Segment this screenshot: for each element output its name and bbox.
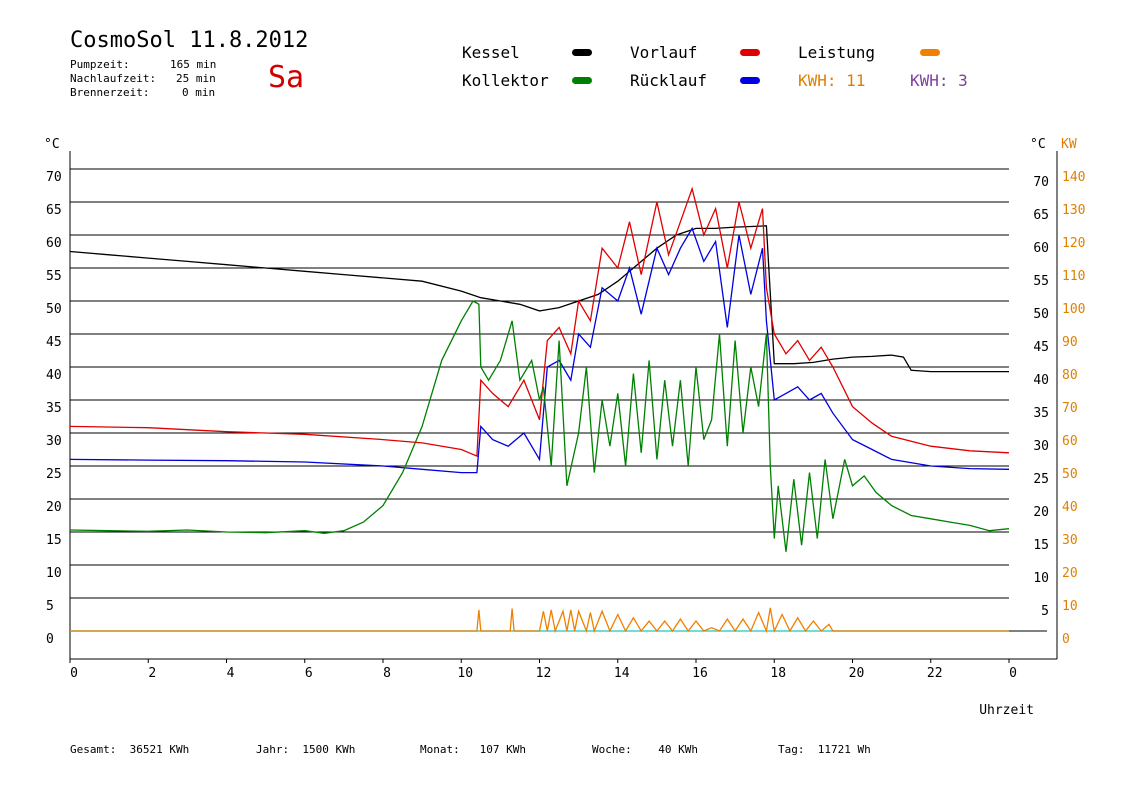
y-tick-label-left: 50: [46, 302, 62, 317]
y-tick-label-left: 35: [46, 401, 62, 416]
y-tick-label-kw: 110: [1062, 269, 1085, 284]
y-tick-label-right: 40: [1033, 373, 1049, 388]
footer-jahr: Jahr: 1500 KWh: [256, 743, 355, 756]
x-tick-label: 14: [614, 666, 630, 681]
footer-label: Monat:: [420, 743, 460, 756]
y-tick-label-left: 30: [46, 434, 62, 449]
y-tick-label-right: 50: [1033, 307, 1049, 322]
y-tick-label-right: 15: [1033, 538, 1049, 553]
y-tick-label-right: 25: [1033, 472, 1049, 487]
y-tick-label-left: 15: [46, 533, 62, 548]
x-tick-label: 16: [692, 666, 708, 681]
footer-label: Jahr:: [256, 743, 290, 756]
y-tick-label-right: 65: [1033, 208, 1049, 223]
x-tick-label: 0: [1009, 666, 1017, 681]
y-tick-label-left: 70: [46, 170, 62, 185]
y-tick-label-kw: 50: [1062, 467, 1078, 482]
chart-area: 0510152025303540455055606570°C5101520253…: [44, 137, 1085, 718]
footer-value: 36521 KWh: [129, 743, 190, 756]
y-tick-label-kw: 20: [1062, 566, 1078, 581]
footer-woche: Woche: 40 KWh: [592, 743, 698, 756]
y-axis-unit-kw: KW: [1061, 137, 1077, 152]
footer-value: 40 KWh: [658, 743, 698, 756]
series-line-kollektor: [69, 300, 1010, 552]
x-tick-label: 8: [383, 666, 391, 681]
y-tick-label-right: 70: [1033, 175, 1049, 190]
y-tick-label-left: 40: [46, 368, 62, 383]
y-tick-label-kw: 10: [1062, 599, 1078, 614]
y-tick-label-kw: 60: [1062, 434, 1078, 449]
x-tick-label: 6: [305, 666, 313, 681]
x-tick-label: 0: [70, 666, 78, 681]
series-line-leistung: [70, 607, 1009, 634]
y-tick-label-left: 45: [46, 335, 62, 350]
x-tick-label: 22: [927, 666, 943, 681]
x-tick-label: 20: [849, 666, 865, 681]
x-tick-label: 18: [770, 666, 786, 681]
y-tick-label-right: 5: [1041, 604, 1049, 619]
series-line-rcklauf: [69, 226, 1010, 474]
y-tick-label-right: 10: [1033, 571, 1049, 586]
y-tick-label-kw: 130: [1062, 203, 1085, 218]
footer-label: Gesamt:: [70, 743, 117, 756]
y-tick-label-left: 25: [46, 467, 62, 482]
footer-gesamt: Gesamt: 36521 KWh: [70, 743, 189, 756]
y-tick-label-right: 45: [1033, 340, 1049, 355]
x-axis-label: Uhrzeit: [979, 703, 1034, 718]
footer-monat: Monat: 107 KWh: [420, 743, 526, 756]
y-tick-label-right: 20: [1033, 505, 1049, 520]
series-line-kessel: [69, 225, 1009, 373]
y-tick-label-kw: 70: [1062, 401, 1078, 416]
y-tick-label-left: 65: [46, 203, 62, 218]
x-tick-label: 12: [536, 666, 552, 681]
y-tick-label-left: 60: [46, 236, 62, 251]
y-tick-label-kw: 120: [1062, 236, 1085, 251]
y-tick-label-kw: 80: [1062, 368, 1078, 383]
y-tick-label-kw: 30: [1062, 533, 1078, 548]
x-tick-label: 4: [227, 666, 235, 681]
footer-label: Tag:: [778, 743, 805, 756]
y-tick-label-kw: 100: [1062, 302, 1085, 317]
series-line-vorlauf: [69, 186, 1010, 458]
y-axis-unit-right: °C: [1030, 137, 1046, 152]
y-axis-unit-left: °C: [44, 137, 60, 152]
y-tick-label-left: 20: [46, 500, 62, 515]
y-tick-label-kw: 90: [1062, 335, 1078, 350]
footer-tag: Tag: 11721 Wh: [778, 743, 871, 756]
y-tick-label-left: 55: [46, 269, 62, 284]
y-tick-label-left: 5: [46, 599, 54, 614]
y-tick-label-left: 10: [46, 566, 62, 581]
y-tick-label-kw: 40: [1062, 500, 1078, 515]
y-tick-label-kw: 140: [1062, 170, 1085, 185]
y-tick-label-right: 35: [1033, 406, 1049, 421]
footer-label: Woche:: [592, 743, 632, 756]
y-tick-label-kw: 0: [1062, 632, 1070, 647]
x-tick-label: 10: [457, 666, 473, 681]
x-tick-label: 2: [148, 666, 156, 681]
footer-value: 107 KWh: [479, 743, 526, 756]
y-tick-label-right: 60: [1033, 241, 1049, 256]
y-tick-label-right: 55: [1033, 274, 1049, 289]
footer-value: 11721 Wh: [817, 743, 871, 756]
y-tick-label-right: 30: [1033, 439, 1049, 454]
y-tick-label-left: 0: [46, 632, 54, 647]
footer-value: 1500 KWh: [302, 743, 356, 756]
